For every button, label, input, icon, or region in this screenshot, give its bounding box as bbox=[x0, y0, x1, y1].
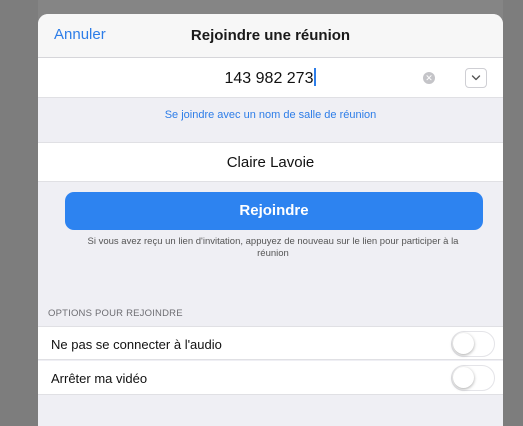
stop-video-toggle[interactable] bbox=[451, 365, 495, 391]
meeting-id-value: 143 982 273 bbox=[224, 70, 314, 87]
toggle-knob bbox=[453, 333, 474, 354]
display-name-input[interactable]: Claire Lavoie bbox=[38, 154, 503, 171]
option-label-no-audio: Ne pas se connecter à l'audio bbox=[51, 337, 222, 352]
join-meeting-sheet: Annuler Rejoindre une réunion 143 982 27… bbox=[38, 14, 503, 426]
option-row-stop-video: Arrêter ma vidéo bbox=[38, 361, 503, 395]
page-title: Rejoindre une réunion bbox=[190, 27, 351, 44]
meeting-id-field[interactable]: 143 982 273 ✕ bbox=[38, 58, 503, 98]
clear-circle-icon[interactable]: ✕ bbox=[423, 72, 435, 84]
invitation-hint-text: Si vous avez reçu un lien d'invitation, … bbox=[87, 236, 459, 259]
backdrop-edge-left bbox=[0, 0, 38, 426]
options-section-header: OPTIONS POUR REJOINDRE bbox=[48, 308, 183, 319]
display-name-field[interactable]: Claire Lavoie bbox=[38, 142, 503, 182]
meeting-history-dropdown-button[interactable] bbox=[465, 68, 487, 88]
no-audio-toggle[interactable] bbox=[451, 331, 495, 357]
backdrop-edge-right bbox=[503, 0, 523, 426]
join-with-room-name-link[interactable]: Se joindre avec un nom de salle de réuni… bbox=[38, 98, 503, 144]
text-caret bbox=[314, 68, 317, 86]
navigation-bar: Annuler Rejoindre une réunion bbox=[38, 14, 503, 58]
option-row-no-audio: Ne pas se connecter à l'audio bbox=[38, 326, 503, 360]
chevron-down-icon bbox=[471, 75, 481, 81]
option-label-stop-video: Arrêter ma vidéo bbox=[51, 371, 148, 386]
toggle-knob bbox=[453, 367, 474, 388]
join-button[interactable]: Rejoindre bbox=[65, 192, 483, 230]
